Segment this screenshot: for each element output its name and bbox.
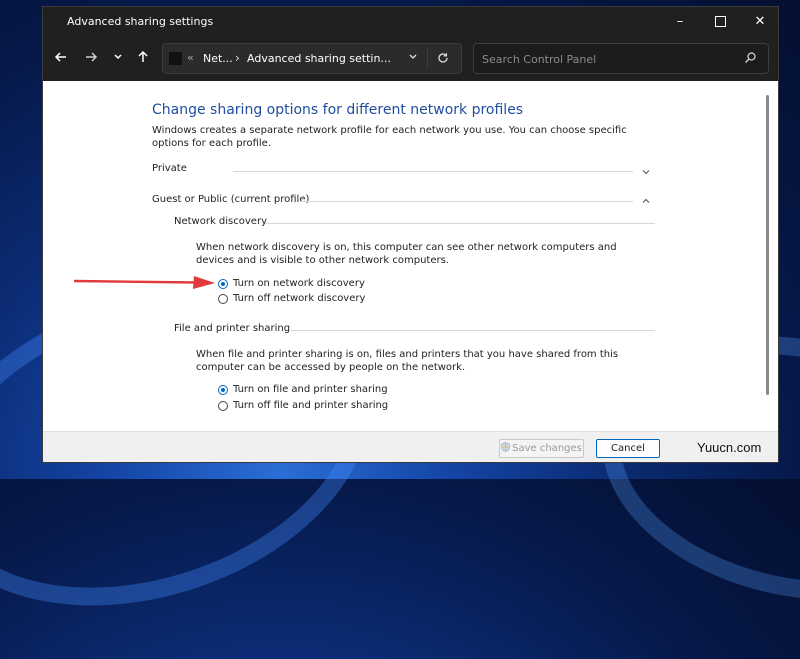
radio-label[interactable]: Turn off network discovery	[233, 293, 365, 304]
refresh-button[interactable]	[427, 48, 458, 69]
maximize-icon	[714, 16, 726, 27]
search-icon[interactable]	[742, 50, 758, 66]
section-divider	[301, 201, 633, 202]
file-printer-sharing-title: File and printer sharing	[174, 323, 291, 334]
search-input[interactable]	[480, 49, 734, 69]
recent-locations-button[interactable]	[108, 49, 128, 69]
section-divider	[233, 171, 633, 172]
private-profile-header[interactable]: Private	[152, 163, 187, 174]
minimize-button[interactable]: –	[665, 11, 695, 33]
control-panel-icon	[169, 52, 182, 65]
search-box[interactable]	[473, 43, 769, 74]
page-heading: Change sharing options for different net…	[152, 102, 524, 118]
file-sharing-description: When file and printer sharing is on, fil…	[196, 349, 619, 373]
annotation-arrow	[74, 276, 215, 289]
overflow-breadcrumb[interactable]: «	[187, 51, 194, 64]
chevron-down-icon[interactable]	[642, 168, 650, 176]
maximize-button[interactable]	[705, 11, 735, 33]
arrow-right-icon	[86, 52, 98, 62]
radio-label[interactable]: Turn on file and printer sharing	[233, 384, 388, 395]
title-bar: Advanced sharing settings – ✕	[43, 7, 778, 37]
section-divider	[265, 223, 655, 224]
network-discovery-description: When network discovery is on, this compu…	[196, 242, 617, 266]
minimize-icon: –	[676, 14, 684, 29]
vertical-scrollbar[interactable]	[766, 95, 769, 395]
page-description: Windows creates a separate network profi…	[152, 125, 627, 149]
network-discovery-title: Network discovery	[174, 216, 267, 227]
radio-button[interactable]	[218, 294, 228, 304]
back-button[interactable]	[51, 49, 71, 69]
radio-button-selected[interactable]	[218, 385, 228, 395]
uac-shield-icon	[501, 442, 510, 452]
address-bar[interactable]: « Net... › Advanced sharing settin...	[162, 43, 462, 74]
cancel-button[interactable]: Cancel	[596, 439, 660, 458]
advanced-sharing-window: Advanced sharing settings – ✕ « Net... ›…	[42, 6, 779, 463]
save-changes-label: Save changes	[512, 443, 582, 454]
chevron-down-icon	[114, 54, 122, 60]
close-icon: ✕	[754, 14, 766, 29]
arrow-up-icon	[138, 50, 148, 62]
navigation-bar: « Net... › Advanced sharing settin...	[43, 37, 778, 81]
breadcrumb-advanced-sharing[interactable]: Advanced sharing settin...	[247, 52, 391, 65]
address-dropdown-icon[interactable]	[408, 52, 418, 65]
radio-label[interactable]: Turn on network discovery	[233, 278, 365, 289]
radio-button[interactable]	[218, 401, 228, 411]
chevron-up-icon[interactable]	[642, 197, 650, 205]
section-divider	[290, 330, 655, 331]
forward-button[interactable]	[81, 49, 101, 69]
up-button[interactable]	[133, 49, 153, 69]
refresh-icon	[438, 53, 448, 63]
radio-label[interactable]: Turn off file and printer sharing	[233, 400, 388, 411]
watermark: Yuucn.com	[697, 440, 762, 455]
radio-button-selected[interactable]	[218, 279, 228, 289]
dialog-footer: Save changes Cancel	[43, 431, 778, 462]
breadcrumb-network[interactable]: Net...	[203, 52, 233, 65]
breadcrumb-separator: ›	[235, 51, 240, 65]
save-changes-button[interactable]: Save changes	[499, 439, 584, 458]
close-button[interactable]: ✕	[745, 11, 775, 33]
settings-content: Change sharing options for different net…	[43, 81, 778, 431]
arrow-left-icon	[54, 52, 66, 62]
window-title: Advanced sharing settings	[67, 15, 214, 28]
guest-public-profile-header[interactable]: Guest or Public (current profile)	[152, 194, 309, 205]
